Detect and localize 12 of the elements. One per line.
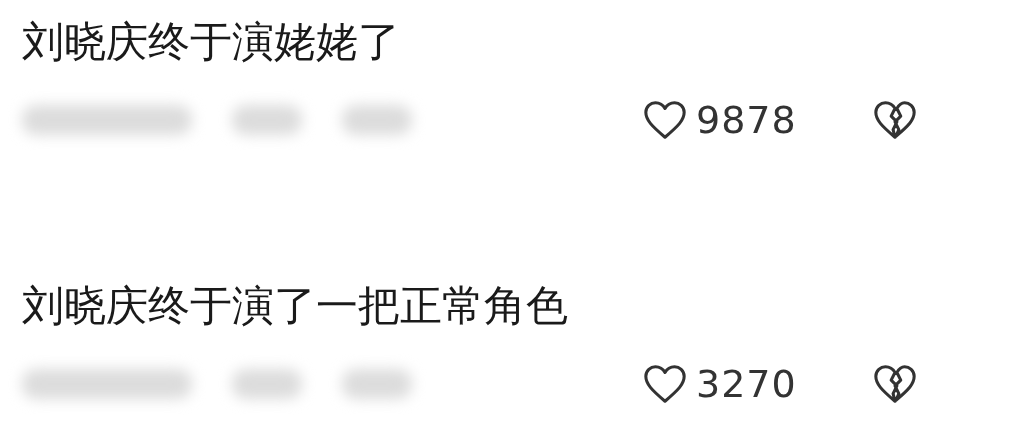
heart-icon[interactable] (642, 98, 688, 142)
broken-heart-icon[interactable] (872, 98, 918, 142)
comment-text: 刘晓庆终于演了一把正常角色 (22, 280, 568, 332)
comment-text: 刘晓庆终于演姥姥了 (22, 16, 400, 68)
like-count: 3270 (696, 362, 797, 406)
heart-icon[interactable] (642, 362, 688, 406)
blurred-info (232, 105, 302, 135)
like-count: 9878 (696, 98, 797, 142)
blurred-info (342, 105, 412, 135)
blurred-info (342, 369, 412, 399)
broken-heart-icon[interactable] (872, 362, 918, 406)
blurred-info (232, 369, 302, 399)
